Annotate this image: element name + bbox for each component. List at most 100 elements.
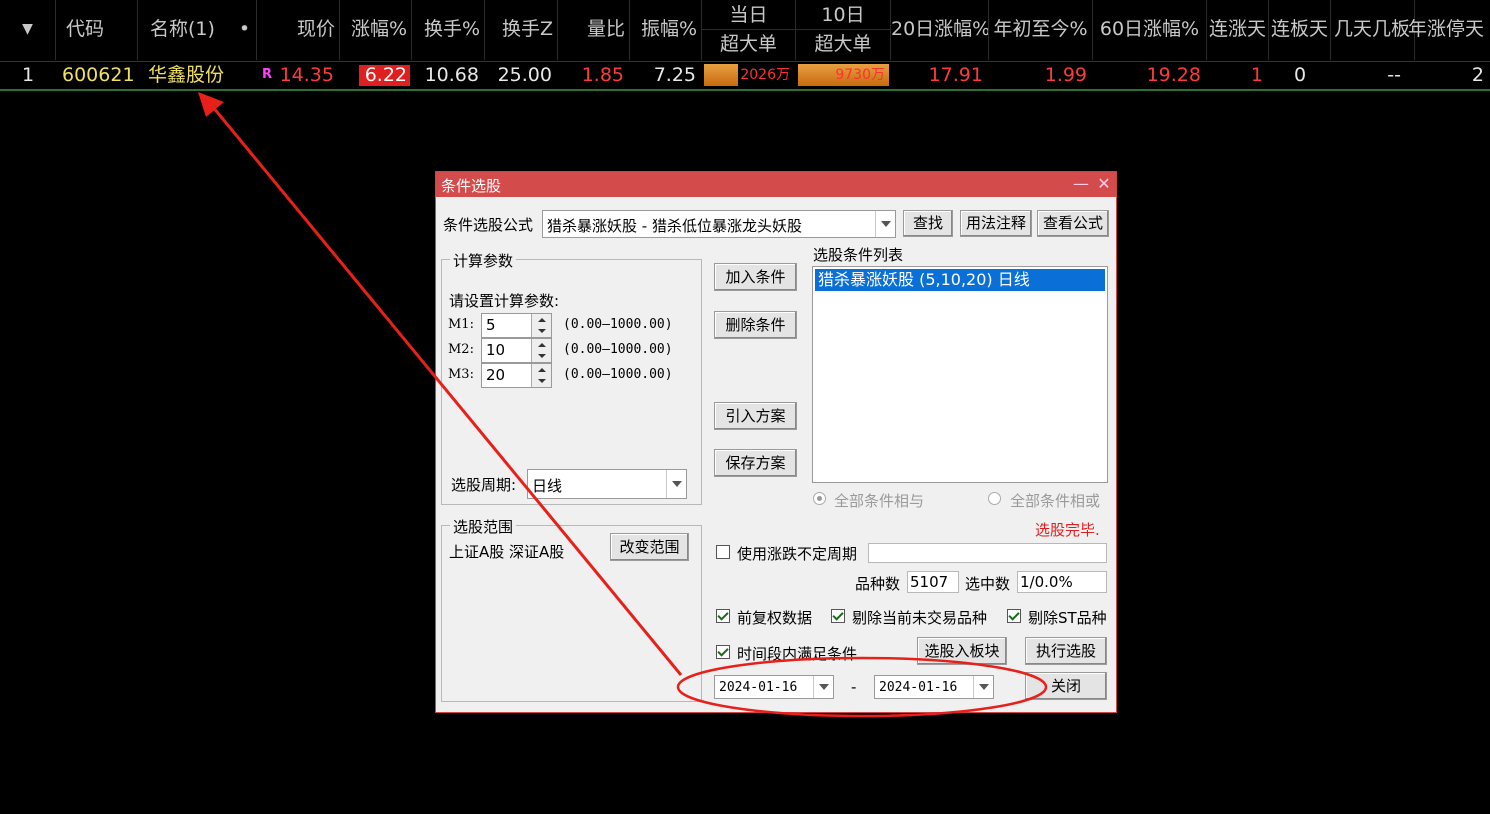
- period-label: 选股周期:: [451, 476, 517, 494]
- formula-select-value: 猎杀暴涨妖股 - 猎杀低位暴涨龙头妖股: [547, 217, 802, 235]
- stepper-down-icon[interactable]: [532, 350, 551, 362]
- chevron-down-icon[interactable]: [666, 470, 686, 498]
- calc-params-title: 计算参数: [450, 250, 517, 271]
- header-amplitude[interactable]: 振幅%: [630, 0, 702, 60]
- margin-flag-badge: R: [262, 67, 273, 82]
- header-turnover[interactable]: 换手%: [412, 0, 485, 60]
- formula-select[interactable]: 猎杀暴涨妖股 - 猎杀低位暴涨龙头妖股: [542, 210, 896, 238]
- exclude-st-checkbox[interactable]: [1007, 609, 1021, 623]
- param-m3-stepper[interactable]: 20: [481, 363, 552, 388]
- header-ten-day-super-bottom: 超大单: [814, 33, 872, 55]
- import-plan-button[interactable]: 引入方案: [714, 402, 797, 430]
- uncertain-period-input[interactable]: [868, 543, 1107, 563]
- stock-screener-dialog: 条件选股 — ✕ 条件选股公式 猎杀暴涨妖股 - 猎杀低位暴涨龙头妖股 查找 用…: [435, 171, 1117, 713]
- param-m3-range: (0.00—1000.00): [563, 367, 673, 382]
- ten-day-super-bar: 9730万: [798, 64, 889, 86]
- all-or-label: 全部条件相或: [1010, 492, 1101, 510]
- usage-notes-button[interactable]: 用法注释: [960, 210, 1032, 237]
- list-item[interactable]: 猎杀暴涨妖股 (5,10,20) 日线: [815, 269, 1105, 291]
- dialog-titlebar[interactable]: 条件选股 — ✕: [436, 172, 1116, 197]
- scope-value: 上证A股 深证A股: [449, 543, 565, 561]
- ytd-change-value: 1.99: [1044, 64, 1087, 86]
- param-m2-stepper[interactable]: 10: [481, 338, 552, 363]
- sixty-day-change-value: 19.28: [1146, 64, 1201, 86]
- time-range-checkbox[interactable]: [716, 645, 730, 659]
- param-m3-label: M3:: [448, 367, 474, 382]
- turnover-value: 10.68: [424, 64, 479, 86]
- param-m1-range: (0.00—1000.00): [563, 317, 673, 332]
- param-m1-stepper[interactable]: 5: [481, 313, 552, 338]
- header-today-super[interactable]: 当日 超大单: [702, 0, 796, 60]
- status-done-text: 选股完毕.: [1035, 521, 1100, 539]
- twenty-day-change-value: 17.91: [928, 64, 983, 86]
- add-to-block-button[interactable]: 选股入板块: [917, 637, 1007, 665]
- set-params-label: 请设置计算参数:: [449, 292, 560, 310]
- quote-table-header: ▼ 代码 名称(1) • 现价 涨幅% 换手% 换手Z 量比 振幅% 当日 超大…: [0, 0, 1490, 62]
- stock-code[interactable]: 600621: [62, 61, 138, 89]
- stepper-down-icon[interactable]: [532, 325, 551, 337]
- chevron-down-icon[interactable]: [875, 211, 895, 237]
- use-uncertain-period-checkbox[interactable]: [716, 545, 730, 559]
- close-icon[interactable]: ✕: [1093, 173, 1115, 195]
- fq-data-checkbox[interactable]: [716, 609, 730, 623]
- header-days-boards[interactable]: 几天几板: [1331, 0, 1415, 60]
- header-ytd-change[interactable]: 年初至今%: [989, 0, 1093, 60]
- execute-screen-button[interactable]: 执行选股: [1025, 637, 1107, 665]
- ten-day-super-value: 9730万: [835, 67, 885, 83]
- header-consec-up-days[interactable]: 连涨天: [1207, 0, 1269, 60]
- header-year-limit-days[interactable]: 年涨停天: [1408, 0, 1490, 60]
- end-date-picker[interactable]: 2024-01-16: [874, 675, 994, 699]
- header-dot: •: [233, 0, 257, 60]
- param-m2-value: 10: [486, 341, 506, 359]
- header-volume-ratio[interactable]: 量比: [558, 0, 630, 60]
- scope-title: 选股范围: [450, 516, 517, 537]
- all-and-radio[interactable]: [813, 492, 826, 505]
- minimize-icon[interactable]: —: [1070, 173, 1092, 195]
- year-limit-days-value: 2: [1471, 64, 1484, 86]
- header-ten-day-super[interactable]: 10日 超大单: [796, 0, 891, 60]
- table-row[interactable]: 1 600621 华鑫股份 R 14.35 6.22 10.68 25.00 1…: [0, 61, 1490, 91]
- chevron-down-icon[interactable]: [973, 676, 993, 698]
- close-button[interactable]: 关闭: [1025, 672, 1107, 700]
- header-20day-change[interactable]: 20日涨幅%: [891, 0, 989, 60]
- view-formula-button[interactable]: 查看公式: [1037, 210, 1109, 237]
- header-price[interactable]: 现价: [257, 0, 340, 60]
- price-value: 14.35: [279, 64, 334, 86]
- column-menu-arrow-icon[interactable]: ▼: [0, 0, 56, 60]
- chevron-down-icon[interactable]: [813, 676, 833, 698]
- delete-condition-button[interactable]: 删除条件: [714, 311, 797, 339]
- date-separator: -: [851, 678, 857, 696]
- header-code[interactable]: 代码: [56, 0, 138, 60]
- header-change-pct[interactable]: 涨幅%: [340, 0, 412, 60]
- header-turnover-z[interactable]: 换手Z: [485, 0, 558, 60]
- add-condition-button[interactable]: 加入条件: [714, 263, 797, 291]
- fq-data-label: 前复权数据: [737, 609, 813, 627]
- stock-name[interactable]: 华鑫股份: [148, 61, 248, 89]
- time-range-label: 时间段内满足条件: [737, 645, 858, 663]
- dialog-title: 条件选股: [441, 177, 502, 195]
- start-date-picker[interactable]: 2024-01-16: [714, 675, 834, 699]
- selected-field: 1/0.0%: [1017, 571, 1107, 593]
- exclude-no-trade-checkbox[interactable]: [831, 609, 845, 623]
- exclude-no-trade-label: 剔除当前未交易品种: [852, 609, 988, 627]
- volume-ratio-value: 1.85: [581, 64, 624, 86]
- all-or-radio[interactable]: [988, 492, 1001, 505]
- calc-params-group: 计算参数 请设置计算参数: M1: 5 (0.00—1000.00) M2: 1…: [441, 250, 702, 505]
- scope-group: 选股范围 上证A股 深证A股 改变范围: [441, 516, 702, 702]
- header-name[interactable]: 名称(1): [138, 0, 233, 60]
- period-select-value: 日线: [532, 477, 563, 495]
- days-boards-value: --: [1387, 64, 1401, 86]
- param-m2-range: (0.00—1000.00): [563, 342, 673, 357]
- find-button[interactable]: 查找: [903, 210, 953, 237]
- change-scope-button[interactable]: 改变范围: [610, 533, 689, 561]
- header-60day-change[interactable]: 60日涨幅%: [1093, 0, 1207, 60]
- condition-list[interactable]: 猎杀暴涨妖股 (5,10,20) 日线: [812, 266, 1108, 483]
- all-and-label: 全部条件相与: [834, 492, 925, 510]
- count-value: 5107: [910, 573, 949, 591]
- start-date-value: 2024-01-16: [719, 680, 798, 695]
- end-date-value: 2024-01-16: [879, 680, 958, 695]
- save-plan-button[interactable]: 保存方案: [714, 449, 797, 477]
- stepper-down-icon[interactable]: [532, 375, 551, 387]
- period-select[interactable]: 日线: [527, 469, 687, 499]
- header-consec-limit-days[interactable]: 连板天: [1269, 0, 1331, 60]
